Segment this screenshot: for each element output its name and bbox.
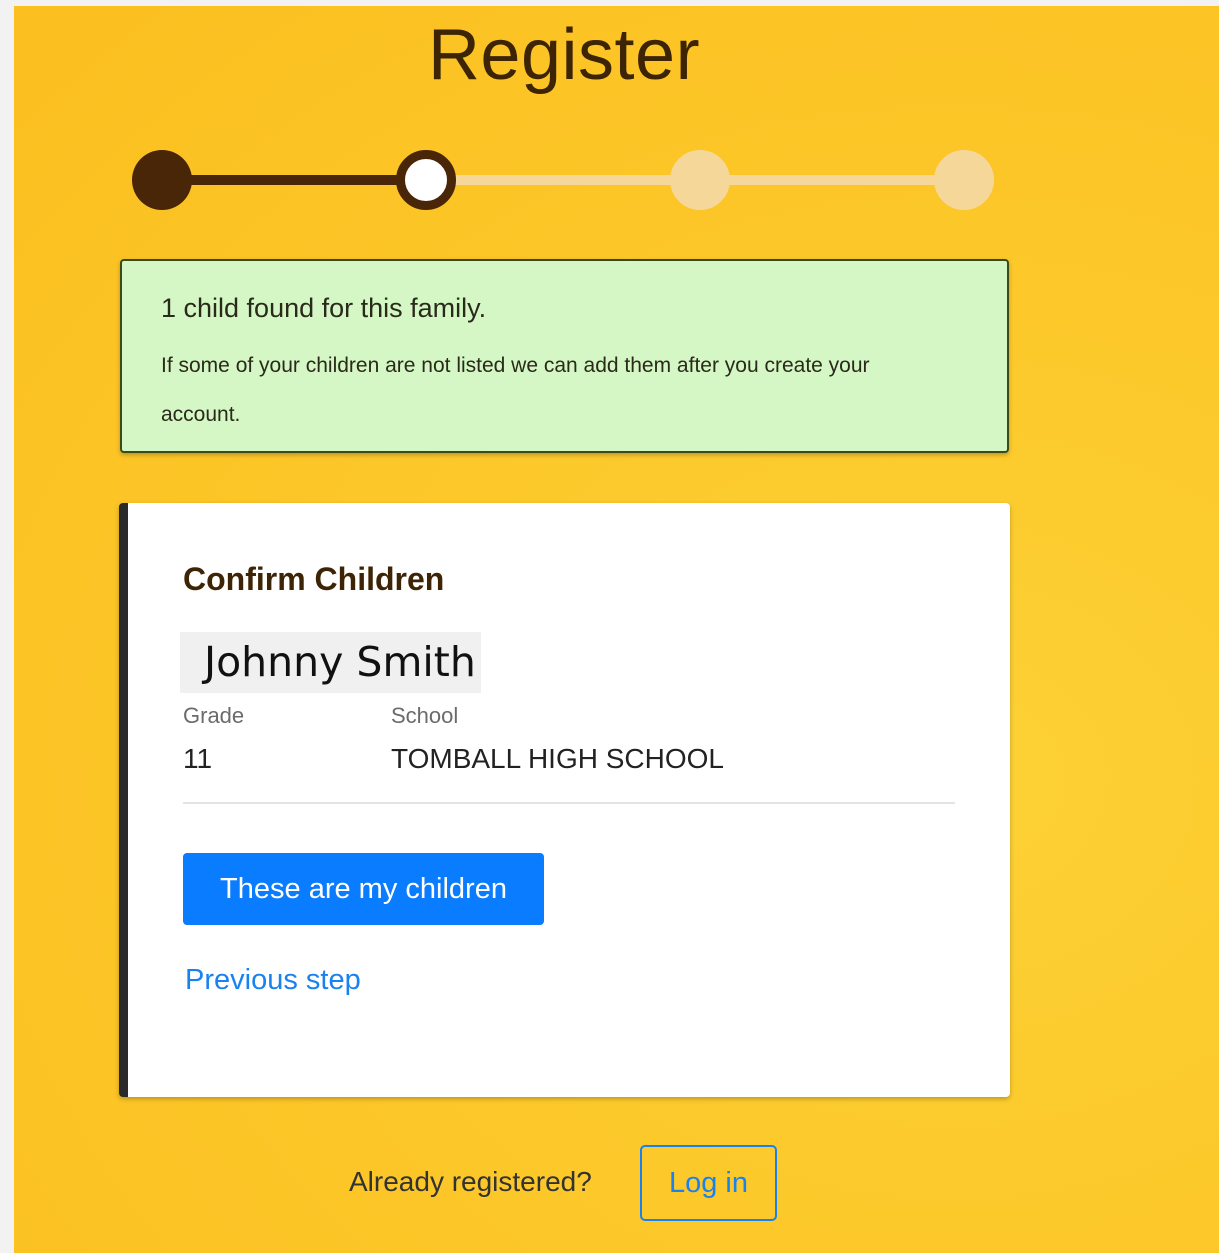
previous-step-link[interactable]: Previous step xyxy=(185,964,361,997)
stepper-line-completed xyxy=(162,175,426,185)
step-2-current xyxy=(396,150,456,210)
step-4-pending xyxy=(934,150,994,210)
children-found-alert: 1 child found for this family. If some o… xyxy=(120,259,1009,453)
school-label: School xyxy=(391,703,459,728)
confirm-children-card: Confirm Children Johnny Smith Grade Scho… xyxy=(119,503,1010,1097)
registration-page: Register 1 child found for this family. … xyxy=(14,6,1219,1253)
log-in-button[interactable]: Log in xyxy=(640,1145,777,1221)
confirm-children-button[interactable]: These are my children xyxy=(183,853,544,925)
grade-value: 11 xyxy=(183,743,213,774)
already-registered-text: Already registered? xyxy=(349,1166,592,1197)
alert-headline: 1 child found for this family. xyxy=(161,293,487,323)
school-value: TOMBALL HIGH SCHOOL xyxy=(391,743,724,774)
divider xyxy=(183,802,955,804)
step-1-completed xyxy=(132,150,192,210)
child-name: Johnny Smith xyxy=(180,632,481,693)
step-3-pending xyxy=(670,150,730,210)
card-title: Confirm Children xyxy=(183,561,445,597)
progress-stepper xyxy=(14,6,1219,246)
grade-label: Grade xyxy=(183,703,245,728)
alert-message: If some of your children are not listed … xyxy=(161,354,870,426)
